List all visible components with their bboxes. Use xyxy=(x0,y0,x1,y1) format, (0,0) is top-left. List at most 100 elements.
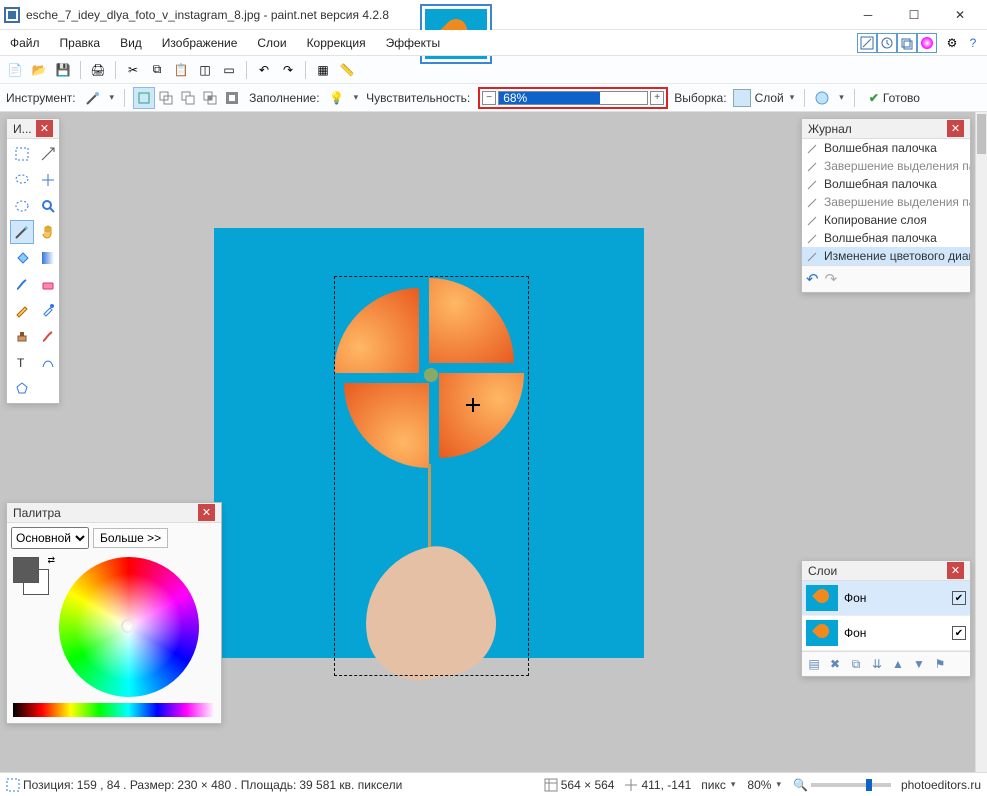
zoom-dropdown-icon[interactable]: ▾ xyxy=(774,779,783,790)
layers-panel-close-button[interactable]: ✕ xyxy=(947,562,964,579)
flood-dropdown-icon[interactable]: ▾ xyxy=(837,92,846,103)
status-unit[interactable]: пикс xyxy=(701,778,726,792)
zoom-out-icon[interactable]: 🔍 xyxy=(793,778,808,792)
open-file-icon[interactable]: 📂 xyxy=(30,61,48,79)
status-zoom[interactable]: 80% xyxy=(747,778,771,792)
layer-visibility-checkbox[interactable]: ✔ xyxy=(952,591,966,605)
history-row[interactable]: Копирование слоя xyxy=(802,211,970,229)
history-row[interactable]: Волшебная палочка xyxy=(802,139,970,157)
flood-mode-icon[interactable] xyxy=(813,89,831,107)
deselect-icon[interactable]: ▭ xyxy=(220,61,238,79)
layer-merge-icon[interactable]: ⇊ xyxy=(868,655,886,673)
history-row[interactable]: Изменение цветового диапазона xyxy=(802,247,970,265)
selmode-add-icon[interactable] xyxy=(155,87,177,109)
menu-edit[interactable]: Правка xyxy=(50,30,111,55)
tool-eraser-icon[interactable] xyxy=(36,272,60,296)
help-icon[interactable]: ? xyxy=(963,33,983,53)
toggle-colors-icon[interactable] xyxy=(917,33,937,53)
tool-pencil-icon[interactable] xyxy=(10,298,34,322)
crop-icon[interactable]: ◫ xyxy=(196,61,214,79)
swap-colors-icon[interactable]: ⇄ xyxy=(47,555,55,566)
menu-layers[interactable]: Слои xyxy=(247,30,296,55)
color-wheel[interactable] xyxy=(59,557,199,697)
fg-bg-swatch[interactable]: ⇄ xyxy=(13,557,53,597)
layer-delete-icon[interactable]: ✖ xyxy=(826,655,844,673)
layer-add-icon[interactable]: ▤ xyxy=(805,655,823,673)
tool-dropper-icon[interactable] xyxy=(36,298,60,322)
grid-icon[interactable]: ▦ xyxy=(314,61,332,79)
layer-row[interactable]: Фон✔ xyxy=(802,581,970,616)
tool-recolor-icon[interactable] xyxy=(36,324,60,348)
tool-lasso-icon[interactable] xyxy=(10,168,34,192)
tool-dropdown-icon[interactable]: ▾ xyxy=(108,92,117,103)
layer-row[interactable]: Фон✔ xyxy=(802,616,970,651)
tool-move-pixels-icon[interactable] xyxy=(36,168,60,192)
toggle-layers-icon[interactable] xyxy=(897,33,917,53)
selmode-sub-icon[interactable] xyxy=(177,87,199,109)
paste-icon[interactable]: 📋 xyxy=(172,61,190,79)
undo-icon[interactable]: ↶ xyxy=(255,61,273,79)
selmode-replace-icon[interactable] xyxy=(133,87,155,109)
maximize-button[interactable]: ☐ xyxy=(891,1,937,29)
history-row[interactable]: Завершение выделения палочкой xyxy=(802,193,970,211)
tool-gradient-icon[interactable] xyxy=(36,246,60,270)
vertical-scrollbar[interactable] xyxy=(975,112,987,772)
layer-down-icon[interactable]: ▼ xyxy=(910,655,928,673)
color-strip[interactable] xyxy=(13,703,215,717)
sample-swatch-icon[interactable] xyxy=(733,89,751,107)
fill-dropdown-icon[interactable]: ▾ xyxy=(352,92,361,103)
tool-bucket-icon[interactable] xyxy=(10,246,34,270)
menu-view[interactable]: Вид xyxy=(110,30,152,55)
palette-panel-close-button[interactable]: ✕ xyxy=(198,504,215,521)
settings-icon[interactable]: ⚙ xyxy=(942,33,962,53)
selmode-intersect-icon[interactable] xyxy=(199,87,221,109)
tool-pan-icon[interactable] xyxy=(36,220,60,244)
layer-up-icon[interactable]: ▲ xyxy=(889,655,907,673)
menu-effects[interactable]: Эффекты xyxy=(376,30,451,55)
minimize-button[interactable]: ─ xyxy=(845,1,891,29)
palette-more-button[interactable]: Больше >> xyxy=(93,528,168,548)
history-row[interactable]: Волшебная палочка xyxy=(802,175,970,193)
layer-duplicate-icon[interactable]: ⧉ xyxy=(847,655,865,673)
tolerance-slider[interactable]: 68% xyxy=(498,91,648,105)
sample-dropdown-icon[interactable]: ▾ xyxy=(788,92,797,103)
history-redo-icon[interactable]: ↷ xyxy=(825,270,838,288)
palette-mode-select[interactable]: Основной xyxy=(11,527,89,549)
close-button[interactable]: ✕ xyxy=(937,1,983,29)
tool-text-icon[interactable]: T xyxy=(10,350,34,374)
toggle-history-icon[interactable] xyxy=(877,33,897,53)
tool-move-selection-icon[interactable] xyxy=(36,142,60,166)
zoom-slider[interactable] xyxy=(811,783,891,787)
tolerance-minus-button[interactable]: − xyxy=(482,91,496,105)
tolerance-plus-button[interactable]: + xyxy=(650,91,664,105)
toggle-tools-icon[interactable] xyxy=(857,33,877,53)
menu-image[interactable]: Изображение xyxy=(152,30,248,55)
new-file-icon[interactable]: 📄 xyxy=(6,61,24,79)
tool-wand-icon[interactable] xyxy=(84,89,102,107)
ruler-icon[interactable]: 📏 xyxy=(338,61,356,79)
tools-panel-close-button[interactable]: ✕ xyxy=(36,120,53,137)
tool-magic-wand-icon[interactable] xyxy=(10,220,34,244)
history-row[interactable]: Волшебная палочка xyxy=(802,229,970,247)
selmode-invert-icon[interactable] xyxy=(221,87,243,109)
layer-props-icon[interactable]: ⚑ xyxy=(931,655,949,673)
tool-line-icon[interactable] xyxy=(36,350,60,374)
tool-brush-icon[interactable] xyxy=(10,272,34,296)
commit-label[interactable]: Готово xyxy=(883,91,920,105)
tool-shape-rect-icon[interactable] xyxy=(10,376,34,400)
canvas[interactable] xyxy=(214,228,644,658)
print-icon[interactable]: 🖨 xyxy=(89,61,107,79)
save-icon[interactable]: 💾 xyxy=(54,61,72,79)
copy-icon[interactable]: ⧉ xyxy=(148,61,166,79)
history-row[interactable]: Завершение выделения палочкой xyxy=(802,157,970,175)
cut-icon[interactable]: ✂ xyxy=(124,61,142,79)
menu-file[interactable]: Файл xyxy=(0,30,50,55)
menu-adjust[interactable]: Коррекция xyxy=(297,30,376,55)
history-undo-icon[interactable]: ↶ xyxy=(806,270,819,288)
tool-clone-icon[interactable] xyxy=(10,324,34,348)
tool-ellipse-select-icon[interactable] xyxy=(10,194,34,218)
history-panel-close-button[interactable]: ✕ xyxy=(947,120,964,137)
layer-visibility-checkbox[interactable]: ✔ xyxy=(952,626,966,640)
tool-zoom-icon[interactable] xyxy=(36,194,60,218)
tool-shape-ellipse-icon[interactable] xyxy=(36,376,60,400)
